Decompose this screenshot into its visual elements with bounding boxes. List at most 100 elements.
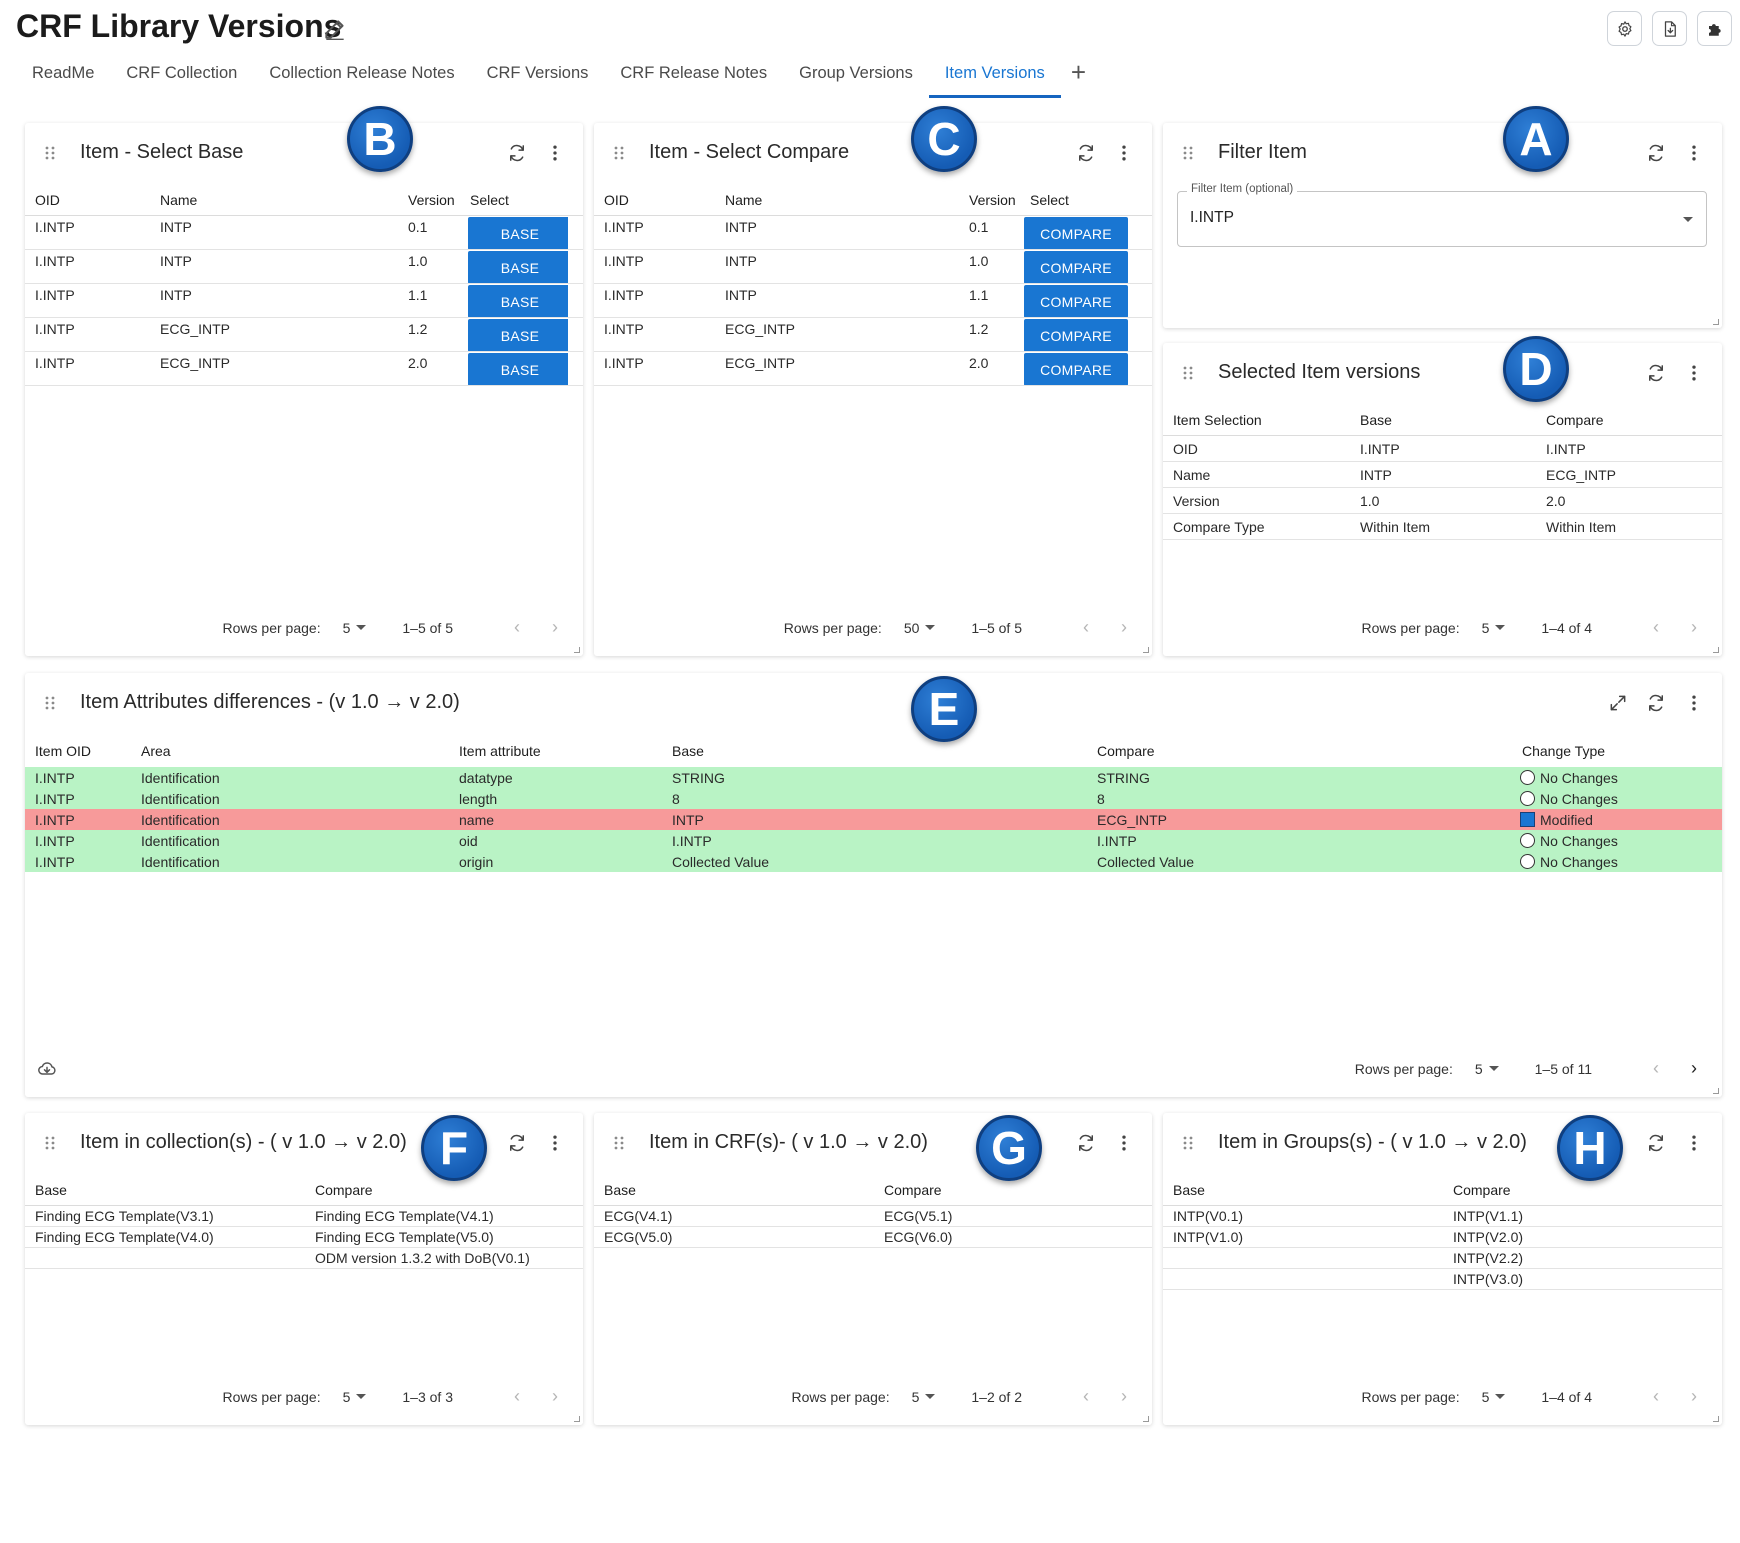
edit-icon[interactable] xyxy=(322,16,348,42)
cloud-download-icon[interactable] xyxy=(37,1059,57,1079)
column-header[interactable]: Version xyxy=(959,192,1020,208)
plus-icon[interactable]: + xyxy=(1061,52,1096,98)
drag-handle-icon[interactable] xyxy=(43,1135,57,1151)
tab-group-versions[interactable]: Group Versions xyxy=(783,52,929,98)
column-header[interactable]: Area xyxy=(131,743,449,759)
column-header[interactable]: Base xyxy=(594,1182,874,1198)
tab-crf-versions[interactable]: CRF Versions xyxy=(471,52,605,98)
resize-handle[interactable] xyxy=(1713,1416,1719,1422)
tab-item-versions[interactable]: Item Versions xyxy=(928,52,1061,98)
tab-crf-release-notes[interactable]: CRF Release Notes xyxy=(604,52,783,98)
refresh-icon[interactable] xyxy=(1646,363,1666,383)
next-page-icon[interactable]: › xyxy=(1114,617,1134,638)
rows-per-page-select[interactable]: 5 xyxy=(912,1389,936,1405)
prev-page-icon[interactable]: ‹ xyxy=(507,617,527,638)
resize-handle[interactable] xyxy=(1143,1416,1149,1422)
base-button[interactable]: BASE xyxy=(468,353,568,385)
refresh-icon[interactable] xyxy=(1646,143,1666,163)
more-vert-icon[interactable] xyxy=(1114,1133,1134,1153)
prev-page-icon[interactable]: ‹ xyxy=(507,1386,527,1407)
resize-handle[interactable] xyxy=(574,1416,580,1422)
drag-handle-icon[interactable] xyxy=(1181,1135,1195,1151)
column-header[interactable]: Select xyxy=(460,192,570,208)
refresh-icon[interactable] xyxy=(507,143,527,163)
column-header[interactable]: Item Selection xyxy=(1163,412,1350,428)
column-header[interactable]: OID xyxy=(594,192,715,208)
rows-per-page-select[interactable]: 50 xyxy=(904,620,936,636)
filter-item-select[interactable]: Filter Item (optional) I.INTP xyxy=(1177,183,1707,247)
settings-button[interactable] xyxy=(1607,11,1642,46)
more-vert-icon[interactable] xyxy=(1684,1133,1704,1153)
drag-handle-icon[interactable] xyxy=(1181,365,1195,381)
column-header[interactable]: Select xyxy=(1020,192,1130,208)
resize-handle[interactable] xyxy=(574,647,580,653)
compare-button[interactable]: COMPARE xyxy=(1024,251,1128,283)
drag-handle-icon[interactable] xyxy=(612,145,626,161)
base-button[interactable]: BASE xyxy=(468,217,568,249)
resize-handle[interactable] xyxy=(1713,319,1719,325)
tab-readme[interactable]: ReadMe xyxy=(16,52,110,98)
column-header[interactable]: OID xyxy=(25,192,150,208)
column-header[interactable]: Name xyxy=(715,192,959,208)
prev-page-icon[interactable]: ‹ xyxy=(1076,1386,1096,1407)
column-header[interactable]: Compare xyxy=(1536,412,1722,428)
rows-per-page-select[interactable]: 5 xyxy=(1482,1389,1506,1405)
next-page-icon[interactable]: › xyxy=(1114,1386,1134,1407)
rows-per-page-select[interactable]: 5 xyxy=(1482,620,1506,636)
more-vert-icon[interactable] xyxy=(545,143,565,163)
rows-per-page-select[interactable]: 5 xyxy=(1475,1061,1499,1077)
rows-per-page-select[interactable]: 5 xyxy=(343,1389,367,1405)
prev-page-icon[interactable]: ‹ xyxy=(1076,617,1096,638)
column-header[interactable]: Version xyxy=(398,192,460,208)
drag-handle-icon[interactable] xyxy=(43,695,57,711)
rows-per-page-select[interactable]: 5 xyxy=(343,620,367,636)
prev-page-icon[interactable]: ‹ xyxy=(1646,1058,1666,1079)
compare-button[interactable]: COMPARE xyxy=(1024,217,1128,249)
resize-handle[interactable] xyxy=(1143,647,1149,653)
more-vert-icon[interactable] xyxy=(1684,143,1704,163)
column-header[interactable]: Item OID xyxy=(25,743,131,759)
column-header[interactable]: Compare xyxy=(874,1182,1152,1198)
refresh-icon[interactable] xyxy=(1076,143,1096,163)
drag-handle-icon[interactable] xyxy=(43,145,57,161)
refresh-icon[interactable] xyxy=(1076,1133,1096,1153)
column-header[interactable]: Base xyxy=(1350,412,1536,428)
column-header[interactable]: Name xyxy=(150,192,398,208)
column-header[interactable]: Base xyxy=(25,1182,305,1198)
base-button[interactable]: BASE xyxy=(468,251,568,283)
resize-handle[interactable] xyxy=(1713,1088,1719,1094)
more-vert-icon[interactable] xyxy=(545,1133,565,1153)
column-header[interactable]: Compare xyxy=(1443,1182,1722,1198)
export-button[interactable] xyxy=(1652,11,1687,46)
resize-handle[interactable] xyxy=(1713,647,1719,653)
column-header[interactable]: Base xyxy=(1163,1182,1443,1198)
drag-handle-icon[interactable] xyxy=(612,1135,626,1151)
base-button[interactable]: BASE xyxy=(468,285,568,317)
next-page-icon[interactable]: › xyxy=(545,1386,565,1407)
prev-page-icon[interactable]: ‹ xyxy=(1646,1386,1666,1407)
prev-page-icon[interactable]: ‹ xyxy=(1646,617,1666,638)
more-vert-icon[interactable] xyxy=(1684,693,1704,713)
more-vert-icon[interactable] xyxy=(1684,363,1704,383)
drag-handle-icon[interactable] xyxy=(1181,145,1195,161)
expand-icon[interactable] xyxy=(1608,693,1628,713)
next-page-icon[interactable]: › xyxy=(1684,617,1704,638)
column-header[interactable]: Item attribute xyxy=(449,743,662,759)
tab-crf-collection[interactable]: CRF Collection xyxy=(110,52,253,98)
column-header[interactable]: Compare xyxy=(305,1182,583,1198)
compare-button[interactable]: COMPARE xyxy=(1024,285,1128,317)
column-header[interactable]: Compare xyxy=(1087,743,1512,759)
column-header[interactable]: Change Type xyxy=(1512,743,1712,759)
compare-button[interactable]: COMPARE xyxy=(1024,319,1128,351)
more-vert-icon[interactable] xyxy=(1114,143,1134,163)
base-button[interactable]: BASE xyxy=(468,319,568,351)
next-page-icon[interactable]: › xyxy=(1684,1386,1704,1407)
compare-button[interactable]: COMPARE xyxy=(1024,353,1128,385)
refresh-icon[interactable] xyxy=(507,1133,527,1153)
extensions-button[interactable] xyxy=(1697,11,1732,46)
refresh-icon[interactable] xyxy=(1646,1133,1666,1153)
refresh-icon[interactable] xyxy=(1646,693,1666,713)
next-page-icon[interactable]: › xyxy=(1684,1058,1704,1079)
column-header[interactable]: Base xyxy=(662,743,1087,759)
next-page-icon[interactable]: › xyxy=(545,617,565,638)
